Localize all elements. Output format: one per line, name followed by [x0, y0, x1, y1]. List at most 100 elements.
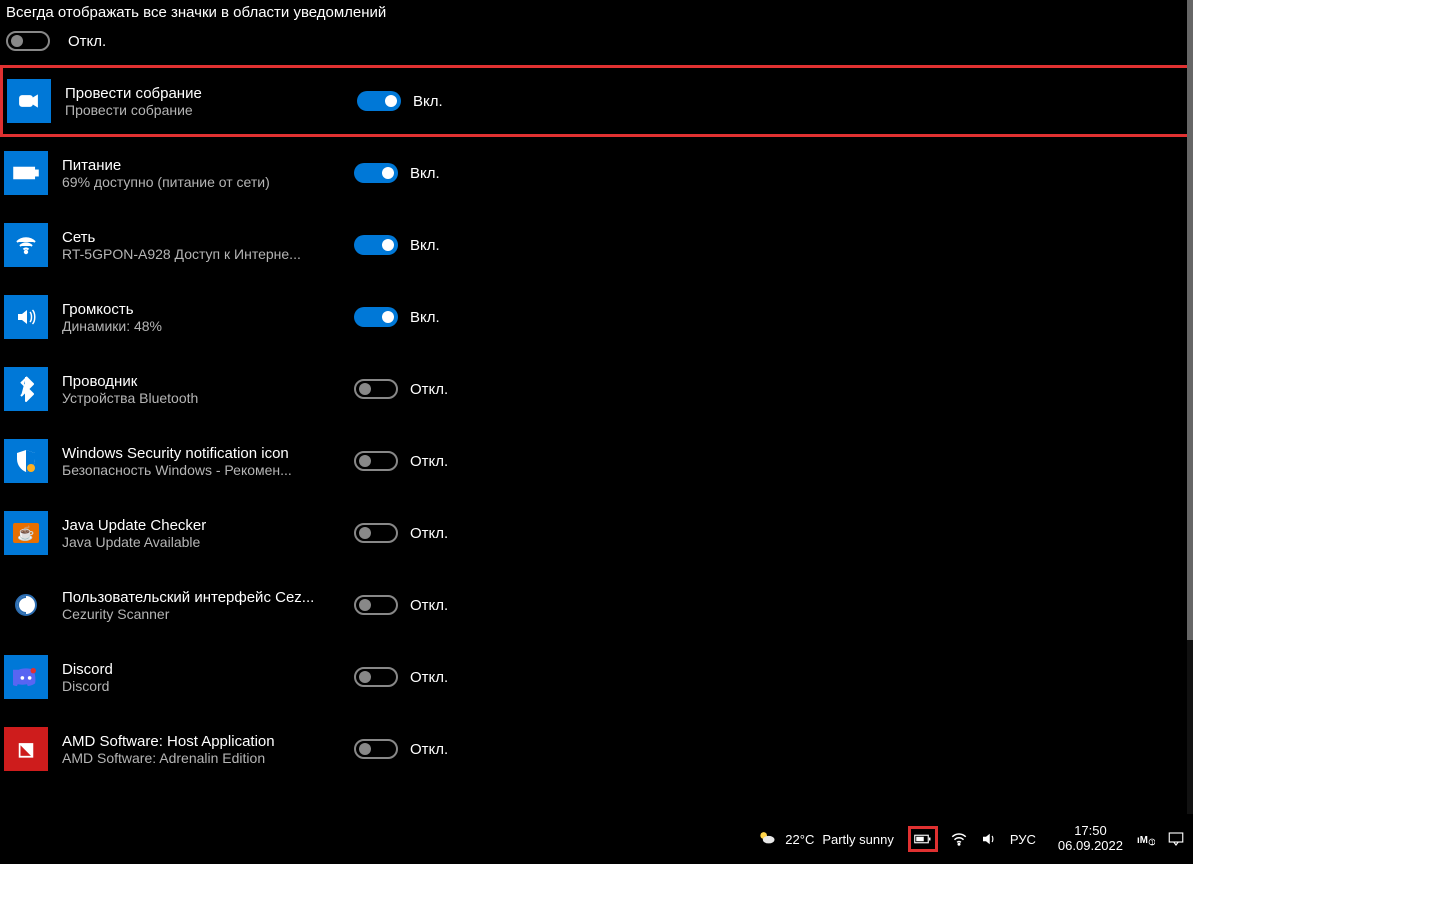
- row-toggle-label: Откл.: [410, 453, 448, 470]
- wifi-icon: [4, 223, 48, 267]
- tray-app-icon[interactable]: ıM1: [1137, 830, 1155, 848]
- row-subtitle: Провести собрание: [65, 102, 357, 118]
- row-toggle-group: Вкл.: [357, 91, 443, 111]
- row-title: Сеть: [62, 229, 354, 246]
- row-subtitle: AMD Software: Adrenalin Edition: [62, 750, 354, 766]
- row-text: AMD Software: Host ApplicationAMD Softwa…: [48, 733, 354, 766]
- row-toggle-group: Вкл.: [354, 307, 440, 327]
- row-toggle-label: Вкл.: [410, 309, 440, 326]
- weather-temp: 22°C: [785, 832, 814, 847]
- weather-desc: Partly sunny: [822, 832, 894, 847]
- row-toggle[interactable]: [354, 667, 398, 687]
- row-text: СетьRT-5GPON-A928 Доступ к Интерне...: [48, 229, 354, 262]
- notification-icon-row[interactable]: ☕ Java Update CheckerJava Update Availabl…: [0, 497, 1193, 569]
- discord-icon: [4, 655, 48, 699]
- notification-icon-row[interactable]: Питание69% доступно (питание от сети) Вкл…: [0, 137, 1193, 209]
- row-toggle-group: Откл.: [354, 379, 448, 399]
- always-show-toggle[interactable]: [6, 31, 50, 51]
- row-toggle[interactable]: [354, 595, 398, 615]
- row-toggle-group: Откл.: [354, 739, 448, 759]
- row-text: Провести собраниеПровести собрание: [51, 85, 357, 118]
- row-text: ГромкостьДинамики: 48%: [48, 301, 354, 334]
- row-title: Discord: [62, 661, 354, 678]
- row-toggle[interactable]: [354, 739, 398, 759]
- row-toggle-group: Откл.: [354, 451, 448, 471]
- battery-icon: [4, 151, 48, 195]
- row-subtitle: Java Update Available: [62, 534, 354, 550]
- tray-input-lang[interactable]: РУС: [1010, 832, 1036, 847]
- row-subtitle: Cezurity Scanner: [62, 606, 354, 622]
- row-toggle[interactable]: [354, 307, 398, 327]
- row-toggle-label: Вкл.: [410, 237, 440, 254]
- amd-icon: ⬔: [4, 727, 48, 771]
- row-title: Громкость: [62, 301, 354, 318]
- clock-date: 06.09.2022: [1058, 839, 1123, 854]
- always-show-heading: Всегда отображать все значки в области у…: [0, 0, 1193, 31]
- row-subtitle: RT-5GPON-A928 Доступ к Интерне...: [62, 246, 354, 262]
- taskbar-clock[interactable]: 17:50 06.09.2022: [1058, 824, 1123, 854]
- row-toggle-label: Откл.: [410, 669, 448, 686]
- notification-icon-row[interactable]: ⬔AMD Software: Host ApplicationAMD Softw…: [0, 713, 1193, 785]
- row-toggle-group: Вкл.: [354, 163, 440, 183]
- row-toggle[interactable]: [354, 163, 398, 183]
- row-subtitle: Discord: [62, 678, 354, 694]
- notification-icon-row[interactable]: Пользовательский интерфейс Cez...Cezurit…: [0, 569, 1193, 641]
- row-toggle-label: Откл.: [410, 525, 448, 542]
- java-icon: ☕: [4, 511, 48, 555]
- notification-icon-row[interactable]: СетьRT-5GPON-A928 Доступ к Интерне... Вкл…: [0, 209, 1193, 281]
- action-center-icon[interactable]: [1167, 830, 1185, 848]
- settings-notification-icons-panel: Всегда отображать все значки в области у…: [0, 0, 1193, 864]
- row-title: Windows Security notification icon: [62, 445, 354, 462]
- row-toggle[interactable]: [354, 379, 398, 399]
- taskbar-right-icons: ıM1: [1137, 830, 1185, 848]
- row-text: ПроводникУстройства Bluetooth: [48, 373, 354, 406]
- row-title: Проводник: [62, 373, 354, 390]
- notification-icon-row[interactable]: ПроводникУстройства Bluetooth Откл.: [0, 353, 1193, 425]
- row-toggle[interactable]: [354, 523, 398, 543]
- taskbar: 22°C Partly sunny РУС 17:50 06.09.2022 ı…: [0, 814, 1193, 864]
- row-title: AMD Software: Host Application: [62, 733, 354, 750]
- row-toggle[interactable]: [354, 235, 398, 255]
- row-text: Пользовательский интерфейс Cez...Cezurit…: [48, 589, 354, 622]
- notification-icon-row[interactable]: Провести собраниеПровести собрание Вкл.: [0, 65, 1193, 137]
- tray-wifi-icon[interactable]: [950, 830, 968, 848]
- master-toggle-row: Откл.: [0, 31, 1193, 65]
- tray-battery-icon[interactable]: [908, 826, 938, 852]
- weather-icon: [757, 828, 777, 851]
- always-show-toggle-label: Откл.: [68, 33, 106, 50]
- row-toggle-label: Вкл.: [413, 93, 443, 110]
- row-text: Питание69% доступно (питание от сети): [48, 157, 354, 190]
- row-toggle-group: Откл.: [354, 595, 448, 615]
- meet-now-icon: [7, 79, 51, 123]
- system-tray: РУС: [908, 826, 1036, 852]
- cezurity-icon: [4, 583, 48, 627]
- row-subtitle: Устройства Bluetooth: [62, 390, 354, 406]
- tray-volume-icon[interactable]: [980, 830, 998, 848]
- bluetooth-icon: [4, 367, 48, 411]
- notification-icon-row[interactable]: ГромкостьДинамики: 48% Вкл.: [0, 281, 1193, 353]
- row-subtitle: 69% доступно (питание от сети): [62, 174, 354, 190]
- row-toggle[interactable]: [354, 451, 398, 471]
- row-title: Питание: [62, 157, 354, 174]
- cropped-whitespace: [1193, 0, 1450, 906]
- weather-widget[interactable]: 22°C Partly sunny: [757, 828, 894, 851]
- notification-icon-row[interactable]: Windows Security notification iconБезопа…: [0, 425, 1193, 497]
- row-subtitle: Динамики: 48%: [62, 318, 354, 334]
- row-title: Пользовательский интерфейс Cez...: [62, 589, 354, 606]
- row-toggle-group: Откл.: [354, 667, 448, 687]
- row-toggle-label: Откл.: [410, 381, 448, 398]
- security-icon: [4, 439, 48, 483]
- row-toggle-label: Откл.: [410, 597, 448, 614]
- notification-icons-list: Провести собраниеПровести собраниеВкл.Пи…: [0, 65, 1193, 785]
- row-toggle-group: Вкл.: [354, 235, 440, 255]
- row-toggle-label: Откл.: [410, 741, 448, 758]
- svg-text:ıM: ıM: [1137, 835, 1148, 846]
- volume-icon: [4, 295, 48, 339]
- row-title: Java Update Checker: [62, 517, 354, 534]
- row-subtitle: Безопасность Windows - Рекомен...: [62, 462, 354, 478]
- svg-text:1: 1: [1151, 840, 1155, 846]
- notification-icon-row[interactable]: DiscordDiscord Откл.: [0, 641, 1193, 713]
- row-toggle[interactable]: [357, 91, 401, 111]
- clock-time: 17:50: [1074, 824, 1107, 839]
- row-toggle-label: Вкл.: [410, 165, 440, 182]
